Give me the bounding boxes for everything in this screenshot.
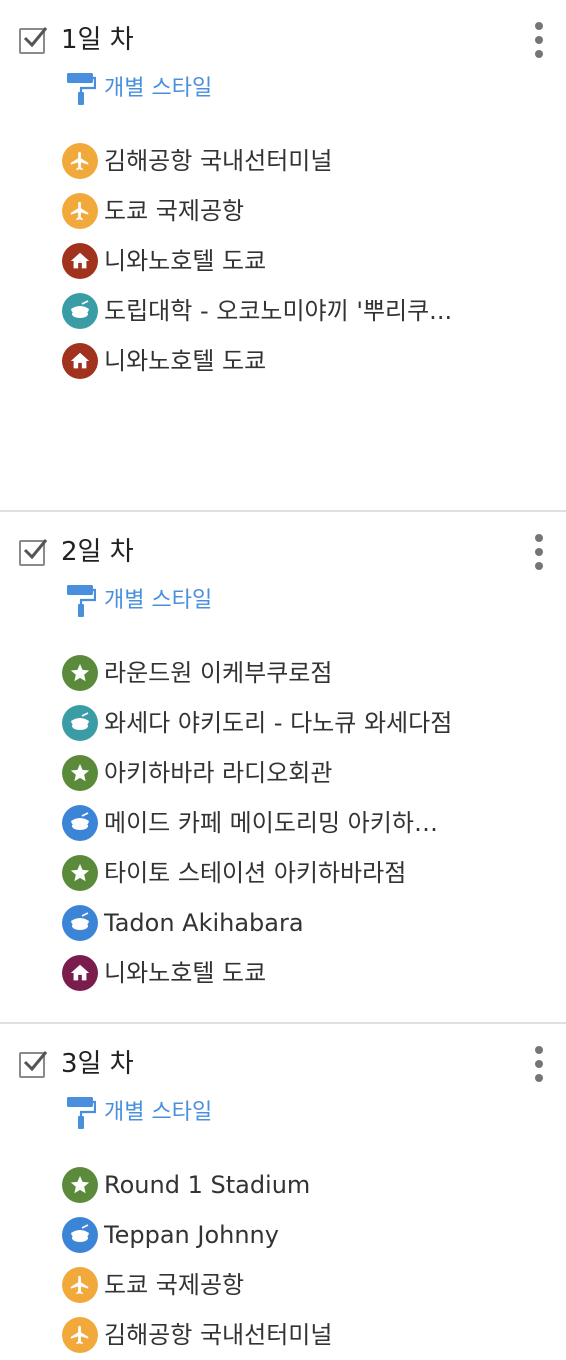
place-item[interactable]: Tadon Akihabara [62, 898, 566, 948]
place-item[interactable]: 니와노호텔 도쿄 [62, 236, 566, 286]
day-layer: 2일 차 개별 스타일 라운드원 이케부쿠로점와세다 야키도리 - 다노큐 와세… [0, 512, 566, 1024]
place-name: 니와노호텔 도쿄 [104, 247, 267, 275]
star-icon [62, 855, 98, 891]
place-name: 라운드원 이케부쿠로점 [104, 659, 333, 687]
place-item[interactable]: 아키하바라 라디오회관 [62, 748, 566, 798]
place-item[interactable]: 라운드원 이케부쿠로점 [62, 648, 566, 698]
day-layer: 3일 차 개별 스타일 Round 1 Stadium Teppan Johnny… [0, 1024, 566, 1353]
place-name: 타이토 스테이션 아키하바라점 [104, 859, 407, 887]
place-name: 와세다 야키도리 - 다노큐 와세다점 [104, 709, 453, 737]
place-item[interactable]: Round 1 Stadium [62, 1160, 566, 1210]
place-item[interactable]: 메이드 카페 메이도리밍 아키하바... [62, 798, 566, 848]
dining-icon [62, 705, 98, 741]
dining-icon [62, 1217, 98, 1253]
place-item[interactable]: 김해공항 국내선터미널 [62, 136, 566, 186]
layer-visibility-checkbox[interactable] [19, 539, 48, 566]
layer-title[interactable]: 2일 차 [61, 534, 134, 570]
place-item[interactable]: 도쿄 국제공항 [62, 186, 566, 236]
place-name: Teppan Johnny [104, 1221, 279, 1249]
place-name: 니와노호텔 도쿄 [104, 347, 267, 375]
dining-icon [62, 293, 98, 329]
individual-style-button[interactable]: 개별 스타일 [66, 1096, 212, 1130]
checkmark-icon [23, 1051, 48, 1072]
star-icon [62, 655, 98, 691]
place-name: 메이드 카페 메이도리밍 아키하바... [104, 809, 454, 837]
place-item[interactable]: 니와노호텔 도쿄 [62, 948, 566, 998]
more-options-icon[interactable] [532, 534, 546, 570]
layer-title[interactable]: 3일 차 [61, 1046, 134, 1082]
individual-style-label: 개별 스타일 [104, 1100, 213, 1125]
airplane-icon [62, 193, 98, 229]
layer-title[interactable]: 1일 차 [61, 22, 134, 58]
checkmark-icon [23, 27, 48, 48]
home-icon [62, 243, 98, 279]
paint-roller-icon [67, 1097, 96, 1129]
airplane-icon [62, 1317, 98, 1353]
airplane-icon [62, 143, 98, 179]
place-item[interactable]: Teppan Johnny [62, 1210, 566, 1260]
home-icon [62, 343, 98, 379]
place-item[interactable]: 타이토 스테이션 아키하바라점 [62, 848, 566, 898]
individual-style-label: 개별 스타일 [104, 76, 213, 101]
place-list: 라운드원 이케부쿠로점와세다 야키도리 - 다노큐 와세다점아키하바라 라디오회… [62, 648, 566, 998]
dining-icon [62, 905, 98, 941]
individual-style-button[interactable]: 개별 스타일 [66, 584, 212, 618]
place-name: Round 1 Stadium [104, 1171, 311, 1199]
more-options-icon[interactable] [532, 22, 546, 58]
more-options-icon[interactable] [532, 1046, 546, 1082]
place-name: 도쿄 국제공항 [104, 197, 245, 225]
paint-roller-icon [67, 73, 96, 105]
place-item[interactable]: 와세다 야키도리 - 다노큐 와세다점 [62, 698, 566, 748]
star-icon [62, 755, 98, 791]
home-icon [62, 955, 98, 991]
place-name: 김해공항 국내선터미널 [104, 1321, 333, 1349]
individual-style-button[interactable]: 개별 스타일 [66, 72, 212, 106]
place-name: 니와노호텔 도쿄 [104, 959, 267, 987]
layer-visibility-checkbox[interactable] [19, 1051, 48, 1078]
individual-style-label: 개별 스타일 [104, 588, 213, 613]
place-list: Round 1 Stadium Teppan Johnny 도쿄 국제공항김해공항 … [62, 1160, 566, 1360]
airplane-icon [62, 1267, 98, 1303]
paint-roller-icon [67, 585, 96, 617]
place-name: 도쿄 국제공항 [104, 1271, 245, 1299]
place-item[interactable]: 니와노호텔 도쿄 [62, 336, 566, 386]
star-icon [62, 1167, 98, 1203]
place-list: 김해공항 국내선터미널 도쿄 국제공항 니와노호텔 도쿄 도립대학 - 오코노미야끼 … [62, 136, 566, 386]
place-item[interactable]: 도립대학 - 오코노미야끼 '뿌리쿠... [62, 286, 566, 336]
dining-icon [62, 805, 98, 841]
place-name: 도립대학 - 오코노미야끼 '뿌리쿠... [104, 297, 453, 325]
day-layer: 1일 차 개별 스타일 김해공항 국내선터미널 도쿄 국제공항 니와노호텔 도쿄 도립… [0, 0, 566, 512]
layer-visibility-checkbox[interactable] [19, 27, 48, 54]
place-name: 김해공항 국내선터미널 [104, 147, 333, 175]
itinerary-layer-list: 1일 차 개별 스타일 김해공항 국내선터미널 도쿄 국제공항 니와노호텔 도쿄 도립… [0, 0, 566, 1353]
place-name: Tadon Akihabara [104, 909, 304, 937]
place-name: 아키하바라 라디오회관 [104, 759, 333, 787]
place-item[interactable]: 김해공항 국내선터미널 [62, 1310, 566, 1360]
checkmark-icon [23, 539, 48, 560]
